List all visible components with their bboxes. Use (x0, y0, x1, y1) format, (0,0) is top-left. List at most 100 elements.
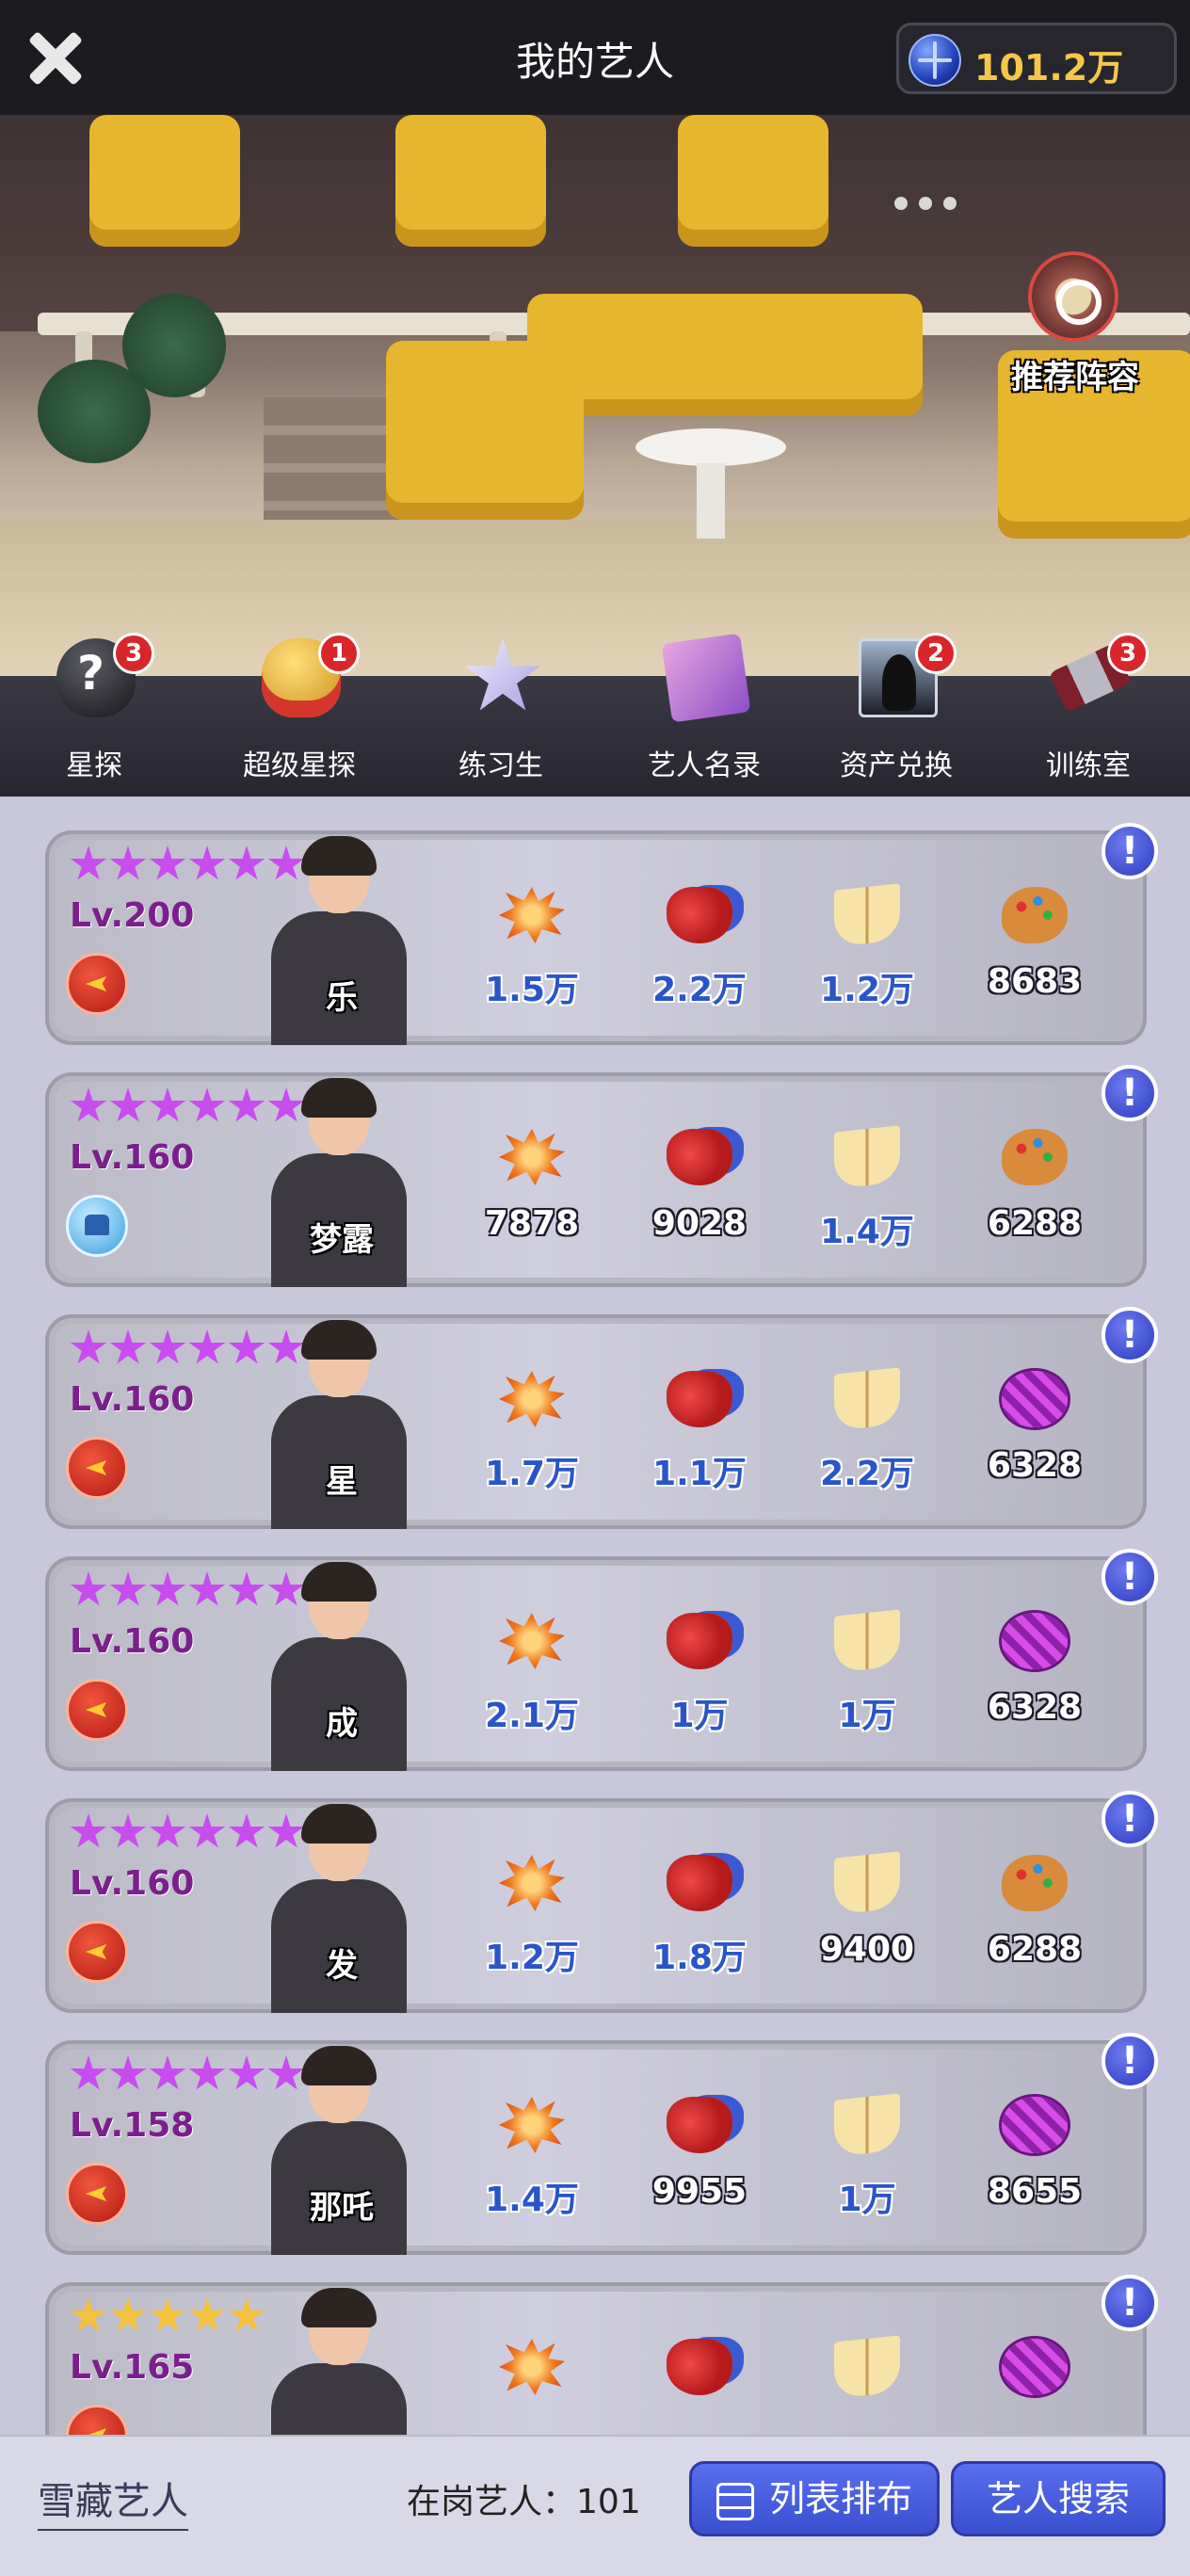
recommend-lineup-button[interactable]: 推荐阵容 (1000, 251, 1150, 402)
carousel-dots (894, 196, 968, 214)
palette-icon (1002, 887, 1068, 943)
directory-book-icon (661, 633, 751, 723)
artist-card[interactable]: Lv.160 成 2.1万 1万 1万 6328! (45, 1549, 1158, 1771)
nav-item-4[interactable]: 2 资产兑换 (802, 633, 990, 797)
stat-value: 6288 (987, 1930, 1083, 1969)
info-icon[interactable]: ! (1102, 823, 1158, 879)
nav-item-2[interactable]: 练习生 (407, 633, 595, 797)
artist-stat-1: 1.8万 (629, 1855, 770, 1987)
portrait-hair (301, 2288, 377, 2327)
scene-chair (395, 115, 546, 247)
stat-value: 1.8万 (652, 1939, 747, 1977)
artist-level: Lv.160 (70, 1138, 195, 1177)
artist-stat-1: 1.1万 (629, 1371, 770, 1503)
artist-stat-2: 1万 (796, 1609, 938, 1745)
artist-search-button[interactable]: 艺人搜索 (951, 2461, 1166, 2536)
artist-portrait: 那吒 (243, 2040, 441, 2255)
star-icon (149, 2055, 186, 2090)
artist-level: Lv.200 (70, 896, 195, 935)
nav-item-5[interactable]: 3 训练室 (994, 633, 1182, 797)
star-icon (188, 845, 226, 880)
star-icon (188, 1571, 226, 1606)
artist-stat-0: 2.1万 (461, 1613, 603, 1745)
drama-mask-icon (667, 2097, 732, 2153)
bottom-bar: 雪藏艺人 在岗艺人：101 列表排布 艺人搜索 (0, 2435, 1190, 2576)
artist-portrait: 星 (243, 1314, 441, 1529)
portrait-hair (301, 1562, 377, 1602)
region-badge-blue-icon (66, 1195, 128, 1257)
star-icon (109, 1087, 147, 1122)
star-icon (109, 1571, 147, 1606)
drama-mask-icon (667, 1371, 732, 1427)
artist-stat-0: 1.5万 (461, 887, 603, 1019)
artist-stat-2: 1.2万 (796, 883, 938, 1019)
nav-item-label: 超级星探 (243, 749, 356, 782)
star-icon (149, 2297, 186, 2332)
star-icon (149, 1571, 186, 1606)
nav-item-label: 星探 (66, 749, 122, 782)
info-icon[interactable]: ! (1102, 1065, 1158, 1121)
artist-stat-1: 9955 (629, 2097, 770, 2229)
palette-icon (1002, 1129, 1068, 1185)
portrait-hair (301, 1804, 377, 1843)
scene-chair (678, 115, 828, 247)
open-book-icon (834, 1125, 900, 1189)
nav-item-0[interactable]: 3 星探 (0, 633, 188, 797)
drama-mask-icon (667, 887, 732, 943)
currency-display[interactable]: 101.2万 (896, 23, 1177, 94)
info-icon[interactable]: ! (1102, 1549, 1158, 1605)
artist-stat-3: 8655 (964, 2097, 1105, 2229)
stat-value: 9400 (819, 1930, 915, 1969)
info-icon[interactable]: ! (1102, 2033, 1158, 2089)
star-icon (70, 845, 107, 880)
explosion-icon (499, 1613, 565, 1669)
artist-name: 乐 (326, 979, 358, 1017)
stat-value: 1.1万 (652, 1455, 747, 1493)
disco-ball-icon (1002, 2339, 1068, 2395)
stat-value: 8683 (987, 962, 1083, 1001)
artist-portrait: 梦露 (243, 1072, 441, 1287)
stat-value: 1.5万 (485, 971, 579, 1009)
artist-portrait: 成 (243, 1556, 441, 1771)
star-icon (188, 1329, 226, 1364)
region-flag-icon (66, 1437, 128, 1499)
star-icon (70, 1329, 107, 1364)
info-icon[interactable]: ! (1102, 1791, 1158, 1847)
artist-portrait: 发 (243, 1798, 441, 2013)
star-icon (188, 1813, 226, 1848)
stat-value: 1.2万 (485, 1939, 579, 1977)
open-book-icon (834, 1367, 900, 1431)
artist-stat-1: 2.2万 (629, 887, 770, 1019)
artist-name: 梦露 (310, 1221, 374, 1259)
artist-name: 星 (326, 1463, 358, 1501)
recommend-lineup-icon (1028, 251, 1118, 342)
artist-card[interactable]: Lv.158 那吒 1.4万 9955 1万 8655! (45, 2033, 1158, 2255)
nav-item-1[interactable]: 1 超级星探 (205, 633, 394, 797)
stat-value: 2.2万 (652, 971, 747, 1009)
stat-value: 2.1万 (485, 1697, 579, 1735)
star-icon (188, 1087, 226, 1122)
open-book-icon (834, 2335, 900, 2399)
star-icon (149, 845, 186, 880)
nav-item-3[interactable]: 艺人名录 (610, 633, 798, 797)
open-book-icon (834, 883, 900, 947)
info-icon[interactable]: ! (1102, 1307, 1158, 1363)
artist-card[interactable]: Lv.160 梦露 7878 9028 1.4万 6288! (45, 1065, 1158, 1287)
star-icon (70, 1813, 107, 1848)
info-icon[interactable]: ! (1102, 2275, 1158, 2331)
active-artist-count: 在岗艺人：101 (407, 2483, 641, 2521)
disco-ball-icon (1002, 1613, 1068, 1669)
artist-card[interactable]: Lv.200 乐 1.5万 2.2万 1.2万 8683! (45, 823, 1158, 1045)
artist-card[interactable]: Lv.160 发 1.2万 1.8万 9400 6288! (45, 1791, 1158, 2013)
frozen-artists-link[interactable]: 雪藏艺人 (38, 2471, 188, 2531)
artist-card[interactable]: Lv.160 星 1.7万 1.1万 2.2万 6328! (45, 1307, 1158, 1529)
list-layout-button[interactable]: 列表排布 (689, 2461, 940, 2536)
artist-name: 发 (326, 1947, 358, 1985)
artist-stat-2: 2.2万 (796, 1367, 938, 1503)
nav-item-label: 艺人名录 (648, 749, 761, 782)
drama-mask-icon (667, 1613, 732, 1669)
stat-value: 6328 (987, 1688, 1083, 1727)
artist-stat-1: 9028 (629, 1129, 770, 1261)
scene-plant (122, 294, 226, 397)
artist-level: Lv.158 (70, 2106, 195, 2145)
